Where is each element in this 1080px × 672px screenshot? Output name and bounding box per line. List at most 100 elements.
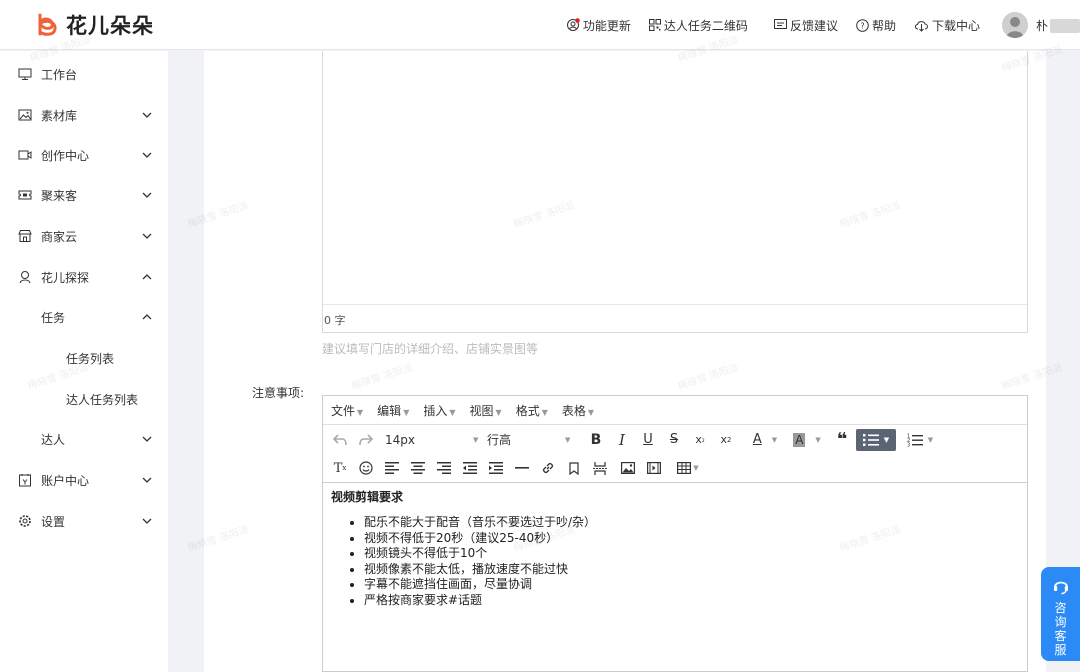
sidebar-item-talent[interactable]: 达人 [0,419,168,459]
editor-toolbar-row1: 14px ▼ 行高 ▼ B I U S x₂ x2 A ▼ A ▼ ❝ ▼ 123 … [323,425,1027,454]
page-break-icon[interactable] [591,457,609,479]
sidebar-item-task-list[interactable]: 任务列表 [0,338,168,378]
explore-icon [19,271,31,284]
customer-service-label: 咨询客服 [1054,601,1067,657]
font-size-select[interactable]: 14px ▼ [385,429,478,451]
insert-image-icon[interactable] [619,457,637,479]
user-name-redacted [1050,19,1080,33]
emoji-icon[interactable] [357,457,375,479]
menu-view[interactable]: 视图 ▼ [470,402,502,419]
redo-icon[interactable] [357,429,375,451]
bullet-list-icon[interactable]: ▼ [856,428,896,451]
chevron-down-icon [142,477,152,483]
sidebar-item-label: 素材库 [41,108,78,123]
subscript-icon[interactable]: x₂ [691,429,709,451]
underline-icon[interactable]: U [639,429,657,451]
insert-media-icon[interactable] [645,457,663,479]
font-size-value: 14px [385,432,415,447]
line-height-value: 行高 [487,433,512,447]
menu-file-label: 文件 [331,403,356,418]
italic-icon[interactable]: I [613,429,631,451]
update-icon [566,18,580,31]
sidebar-item-label: 创作中心 [41,148,90,163]
qrcode-icon [648,19,661,31]
list-item: 视频像素不能太低，播放速度不能过快 [364,562,1019,578]
download-center-link[interactable]: 下载中心 [914,17,980,34]
list-item: 视频不得低于20秒（建议25-40秒） [364,531,1019,547]
user-name[interactable]: 朴 [1036,17,1080,34]
text-color-icon[interactable]: A ▼ [747,429,783,451]
sidebar-item-tasks[interactable]: 任务 [0,297,168,337]
superscript-icon[interactable]: x2 [717,429,735,451]
user-initial: 朴 [1035,18,1048,33]
indent-icon[interactable] [487,457,505,479]
feedback-link[interactable]: 反馈建议 [773,17,838,34]
align-left-icon[interactable] [383,457,401,479]
editor-content-area[interactable]: 视频剪辑要求 配乐不能大于配音（音乐不要选过于吵/杂） 视频不得低于20秒（建议… [331,485,1019,609]
monitor-icon [18,68,32,80]
menu-file[interactable]: 文件 ▼ [331,402,363,419]
outdent-icon[interactable] [461,457,479,479]
link-icon[interactable] [539,457,557,479]
help-link[interactable]: ? 帮助 [856,17,896,34]
brand-logo-icon [38,13,57,36]
menu-edit[interactable]: 编辑 ▼ [377,402,409,419]
chevron-down-icon [142,436,152,442]
menu-insert[interactable]: 插入 ▼ [423,402,455,419]
blockquote-icon[interactable]: ❝ [831,429,853,451]
line-height-select[interactable]: 行高 ▼ [487,429,577,451]
chevron-down-icon [142,233,152,239]
menu-format[interactable]: 格式 ▼ [516,402,548,419]
align-right-icon[interactable] [435,457,453,479]
help-icon: ? [856,18,869,32]
sidebar-item-label: 账户中心 [41,473,90,488]
customer-service-button[interactable]: 咨询客服 [1041,567,1080,661]
sidebar-item-label: 工作台 [41,67,78,82]
headset-icon [1053,581,1068,595]
account-icon [19,474,31,487]
highlight-color-icon[interactable]: A ▼ [789,429,825,451]
strikethrough-icon[interactable]: S [665,429,683,451]
sidebar-item-julaike[interactable]: 聚来客 [0,175,168,215]
chevron-down-icon [142,112,152,118]
sidebar-item-workbench[interactable]: 工作台 [0,54,168,94]
sidebar-item-material[interactable]: 素材库 [0,95,168,135]
gear-icon [19,515,31,527]
chevron-down-icon [142,152,152,158]
numbered-list-icon[interactable]: 123 ▼ [903,429,937,451]
feedback-label: 反馈建议 [789,18,838,33]
horizontal-rule-icon[interactable] [513,457,531,479]
insert-table-icon[interactable]: ▼ [673,457,703,479]
list-item: 配乐不能大于配音（音乐不要选过于吵/杂） [364,515,1019,531]
sidebar-item-huaer-tantan[interactable]: 花儿探探 [0,257,168,297]
feature-update-link[interactable]: 功能更新 [566,17,631,34]
sidebar-item-talent-task-list[interactable]: 达人任务列表 [0,379,168,419]
svg-text:?: ? [860,21,864,30]
bold-icon[interactable]: B [587,429,605,451]
sidebar-item-account-center[interactable]: 账户中心 [0,460,168,500]
menu-table-label: 表格 [561,403,586,418]
talent-qrcode-link[interactable]: 达人任务二维码 [648,17,748,34]
store-icon [18,230,32,242]
notes-field-label: 注意事项: [252,386,305,400]
svg-text:3: 3 [907,442,910,447]
store-description-textarea[interactable]: 0 字 [322,51,1028,333]
feature-update-label: 功能更新 [582,18,631,33]
menu-table[interactable]: 表格 ▼ [562,402,594,419]
chevron-up-icon [142,314,152,320]
sidebar-item-creation[interactable]: 创作中心 [0,135,168,175]
brand-logo[interactable]: 花儿朵朵 [34,10,154,40]
undo-icon[interactable] [331,429,349,451]
avatar[interactable] [1001,12,1028,38]
talent-qrcode-label: 达人任务二维码 [663,18,748,33]
clear-format-icon[interactable]: Tx [331,457,349,479]
chevron-down-icon [142,192,152,198]
sidebar-item-settings[interactable]: 设置 [0,501,168,541]
align-center-icon[interactable] [409,457,427,479]
bookmark-icon[interactable] [565,457,583,479]
chevron-down-icon [142,518,152,524]
description-hint: 建议填写门店的详细介绍、店铺实景图等 [322,342,539,356]
list-item: 字幕不能遮挡住画面，尽量协调 [364,577,1019,593]
menu-edit-label: 编辑 [377,403,402,418]
sidebar-item-merchant-cloud[interactable]: 商家云 [0,216,168,256]
